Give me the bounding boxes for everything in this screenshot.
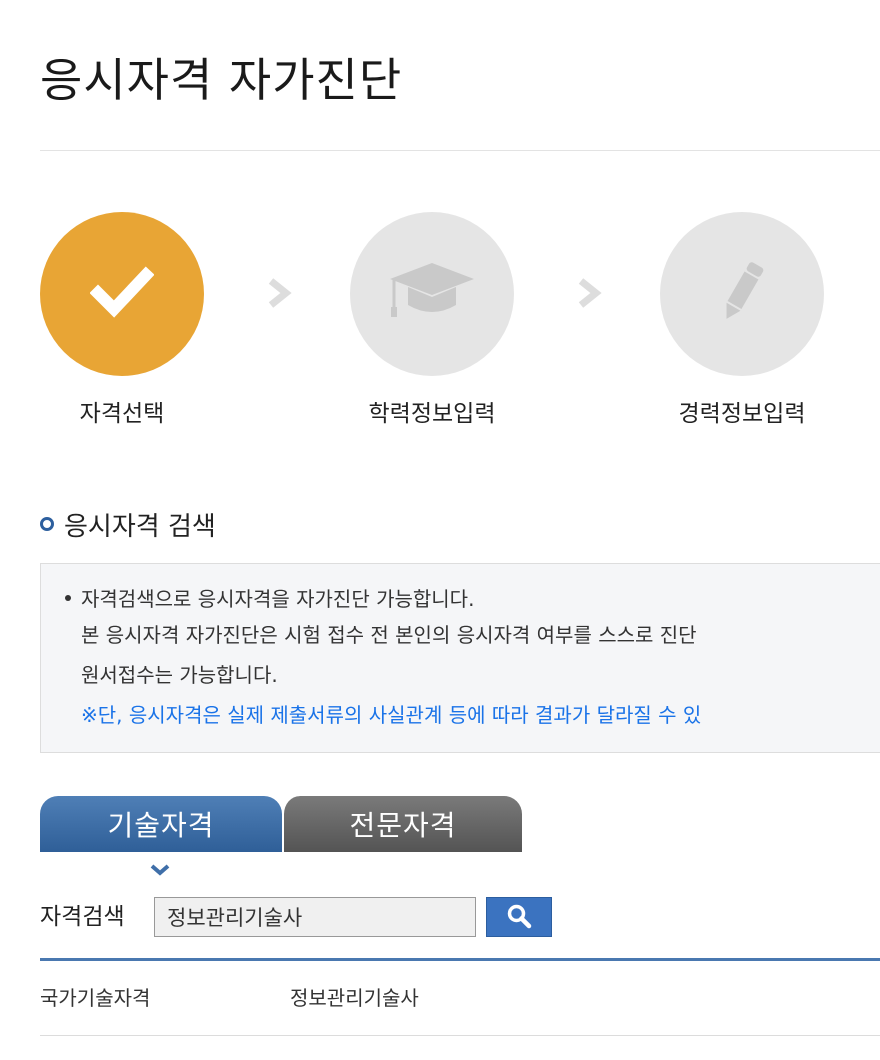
info-line-3: 원서접수는 가능합니다.	[81, 663, 278, 687]
info-line-2: 본 응시자격 자가진단은 시험 접수 전 본인의 응시자격 여부를 스스로 진단	[81, 623, 697, 647]
info-line-1: 자격검색으로 응시자격을 자가진단 가능합니다.	[81, 587, 475, 611]
bullet-icon	[40, 517, 54, 531]
info-box: 자격검색으로 응시자격을 자가진단 가능합니다. 본 응시자격 자가진단은 시험…	[40, 563, 880, 753]
chevron-right-icon	[572, 276, 606, 310]
result-name: 정보관리기술사	[290, 986, 419, 1010]
result-category: 국가기술자격	[40, 986, 151, 1010]
tab-technical-qualification[interactable]: 기술자격	[40, 796, 282, 852]
search-button[interactable]	[486, 897, 552, 937]
title-divider	[40, 150, 880, 151]
search-icon	[506, 903, 532, 932]
check-icon	[89, 265, 155, 323]
pencil-icon	[712, 257, 772, 331]
chevron-right-icon	[262, 276, 296, 310]
search-label: 자격검색	[40, 904, 125, 930]
section-heading-text: 응시자격 검색	[64, 511, 216, 542]
step-career-info	[660, 212, 824, 376]
chevron-down-icon	[149, 862, 171, 876]
bullet-dot-icon	[65, 595, 71, 601]
step-select-qualification	[40, 212, 204, 376]
section-heading: 응시자격 검색	[40, 506, 216, 542]
step-label-career: 경력정보입력	[678, 401, 806, 427]
step-education-info	[350, 212, 514, 376]
page-title: 응시자격 자가진단	[40, 53, 403, 107]
graduation-cap-icon	[384, 257, 480, 331]
tab-professional-qualification[interactable]: 전문자격	[282, 796, 522, 852]
info-notice-line: ※단, 응시자격은 실제 제출서류의 사실관계 등에 따라 결과가 달라질 수 …	[81, 703, 702, 727]
table-row[interactable]: 국가기술자격 정보관리기술사	[40, 961, 880, 1035]
results-bottom-divider	[40, 1035, 880, 1036]
step-label-education: 학력정보입력	[368, 401, 496, 427]
step-label-select: 자격선택	[79, 401, 165, 427]
search-input[interactable]	[154, 897, 476, 937]
page: 응시자격 자가진단 자격선택 학력정보입력 경력정보입력 응시자격 검색 자격검…	[0, 0, 880, 1060]
